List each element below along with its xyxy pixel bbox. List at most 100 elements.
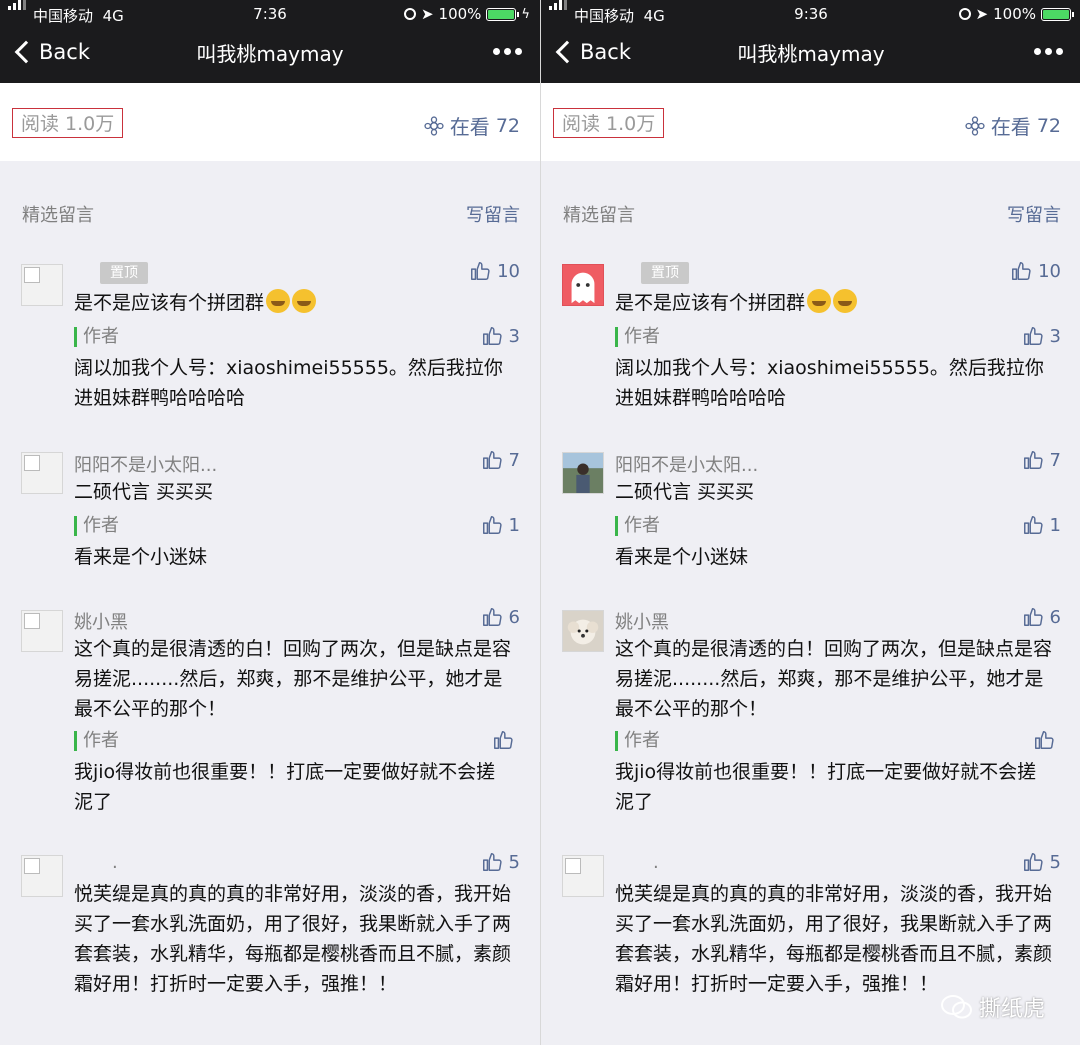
crying-laughing-emoji-icon [292, 289, 317, 313]
reply-like-button[interactable]: 3 [481, 325, 520, 347]
watermark: 撕纸虎 [940, 991, 1045, 1023]
like-button[interactable]: 7 [1022, 449, 1061, 471]
commenter-name: 阳阳不是小太阳... [615, 455, 759, 476]
like-button[interactable]: 6 [481, 606, 520, 628]
featured-comments-title: 精选留言 [22, 205, 94, 226]
navigation-bar: 中国移动 4G 7:36 ➤ 100% ϟ Back 叫我桃maymay [0, 0, 540, 83]
author-reply-label: 作者 [615, 516, 660, 536]
reply-like-button[interactable]: 1 [481, 514, 520, 536]
like-count: 6 [508, 606, 520, 628]
write-comment-button[interactable]: 写留言 [466, 201, 520, 227]
flower-icon [424, 115, 444, 136]
thumbs-up-icon [1023, 608, 1043, 626]
like-count: 7 [1049, 449, 1061, 471]
zaikan-count: 72 [495, 114, 520, 137]
reply-like-button[interactable] [492, 729, 520, 751]
zaikan-button[interactable]: 在看 72 [424, 111, 520, 140]
pinned-badge: 置顶 [641, 262, 689, 284]
comment-text: 这个真的是很清透的白！回购了两次，但是缺点是容易搓泥........然后，郑爽，… [74, 638, 512, 720]
reply-text: 阔以加我个人号：xiaoshimei55555。然后我拉你进姐妹群鸭哈哈哈哈 [615, 357, 1044, 409]
thumbs-up-icon [1023, 516, 1043, 534]
pinned-badge: 置顶 [100, 262, 148, 284]
like-count: 3 [508, 325, 520, 347]
thumbs-up-icon [482, 608, 502, 626]
avatar [21, 264, 63, 306]
author-reply-label: 作者 [74, 516, 119, 536]
battery-percent: 100% [438, 5, 482, 23]
zaikan-label: 在看 [449, 115, 490, 139]
commenter-name: 阳阳不是小太阳... [74, 455, 218, 476]
location-icon: ➤ [420, 5, 434, 23]
reply-like-button[interactable] [1033, 729, 1061, 751]
dog-photo-avatar-icon [567, 619, 599, 645]
avatar [562, 452, 604, 494]
avatar [562, 610, 604, 652]
like-button[interactable]: 6 [1022, 606, 1061, 628]
featured-comments-title: 精选留言 [563, 205, 635, 226]
zaikan-button[interactable]: 在看 72 [965, 111, 1061, 140]
reply-text: 看来是个小迷妹 [74, 546, 208, 568]
more-options-button[interactable] [493, 48, 522, 55]
like-button[interactable]: 5 [481, 851, 520, 873]
comment-text: 这个真的是很清透的白！回购了两次，但是缺点是容易搓泥........然后，郑爽，… [615, 638, 1053, 720]
article-stats-bar: 阅读 1.0万 在看 72 [0, 83, 540, 161]
rotation-lock-icon [958, 8, 971, 20]
charging-icon: ϟ [521, 6, 530, 22]
thumbs-up-icon [494, 731, 513, 749]
author-reply-label: 作者 [615, 731, 660, 751]
watermark-text: 撕纸虎 [978, 997, 1045, 1022]
like-button[interactable]: 5 [1022, 851, 1061, 873]
screenshot-panel-right: 中国移动 4G 9:36 ➤ 100% Back 叫我桃maymay 阅读 1.… [541, 0, 1080, 1045]
comment-text: 悦芙缇是真的真的真的非常好用，淡淡的香，我开始买了一套水乳洗面奶，用了很好，我果… [74, 883, 512, 995]
ghost-avatar-icon [571, 272, 595, 304]
like-button[interactable]: 7 [481, 449, 520, 471]
battery-icon [1041, 7, 1074, 21]
reply-like-button[interactable]: 1 [1022, 514, 1061, 536]
avatar [562, 264, 604, 306]
reply-like-button[interactable]: 3 [1022, 325, 1061, 347]
battery-percent: 100% [993, 5, 1036, 23]
battery-icon [486, 7, 520, 21]
reply-text: 阔以加我个人号：xiaoshimei55555。然后我拉你进姐妹群鸭哈哈哈哈 [74, 357, 503, 409]
thumbs-up-icon [482, 853, 502, 871]
like-count: 5 [508, 851, 520, 873]
like-count: 5 [1049, 851, 1061, 873]
zaikan-label: 在看 [990, 115, 1031, 139]
avatar [562, 855, 604, 897]
comment-text: 是不是应该有个拼团群 [74, 288, 514, 318]
author-reply-label: 作者 [74, 327, 119, 347]
thumbs-up-icon [1035, 731, 1054, 749]
read-count: 阅读 1.0万 [12, 108, 124, 138]
commenter-name: 姚小黑 [74, 612, 128, 633]
more-options-button[interactable] [1034, 48, 1063, 55]
reply-text: 我jio得妆前也很重要！！打底一定要做好就不会搓泥了 [74, 761, 496, 813]
commenter-name: . [112, 852, 118, 873]
commenter-name: 姚小黑 [615, 612, 669, 633]
avatar [21, 452, 63, 494]
crying-laughing-emoji-icon [266, 289, 291, 313]
avatar [21, 610, 63, 652]
location-icon: ➤ [975, 5, 989, 23]
write-comment-button[interactable]: 写留言 [1007, 201, 1061, 227]
like-button[interactable]: 10 [469, 260, 520, 282]
page-title: 叫我桃maymay [196, 42, 344, 66]
like-count: 7 [508, 449, 520, 471]
commenter-name: . [653, 852, 659, 873]
like-count: 6 [1049, 606, 1061, 628]
like-count: 1 [1049, 514, 1061, 536]
screenshot-panel-left: 中国移动 4G 7:36 ➤ 100% ϟ Back 叫我桃maymay 阅读 … [0, 0, 540, 1045]
like-count: 10 [1038, 260, 1061, 282]
comment-text: 悦芙缇是真的真的真的非常好用，淡淡的香，我开始买了一套水乳洗面奶，用了很好，我果… [615, 883, 1053, 995]
author-reply-label: 作者 [74, 731, 119, 751]
article-stats-bar: 阅读 1.0万 在看 72 [541, 83, 1080, 161]
like-count: 3 [1049, 325, 1061, 347]
thumbs-up-icon [471, 262, 490, 280]
comment-text: 二硕代言 买买买 [74, 481, 214, 503]
thumbs-up-icon [1023, 853, 1043, 871]
comment-text: 二硕代言 买买买 [615, 481, 755, 503]
crying-laughing-emoji-icon [833, 289, 858, 313]
avatar [21, 855, 63, 897]
like-button[interactable]: 10 [1010, 260, 1061, 282]
flower-icon [965, 115, 985, 136]
status-bar: 中国移动 4G 9:36 ➤ 100% [541, 0, 1080, 25]
